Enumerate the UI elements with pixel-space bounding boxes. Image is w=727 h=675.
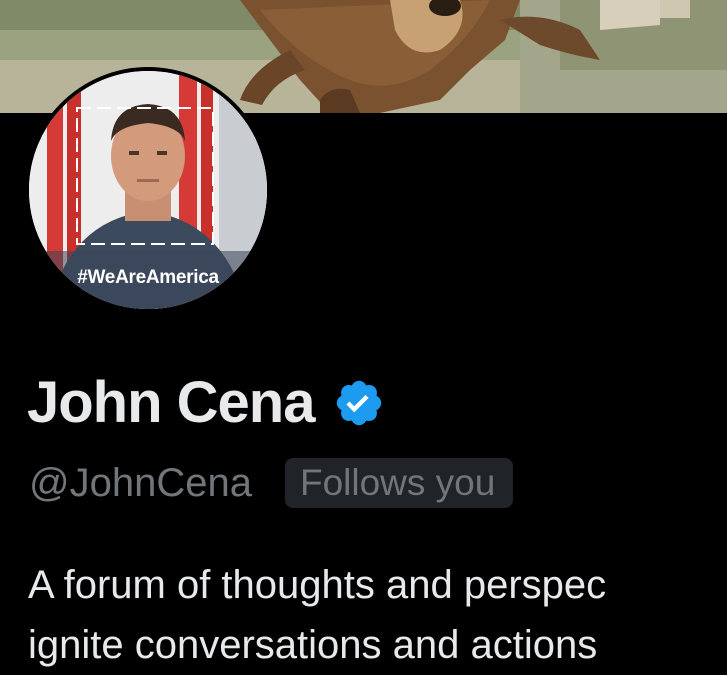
avatar-hashtag: #WeAreAmerica xyxy=(77,267,219,288)
display-name-row: John Cena xyxy=(27,368,385,438)
display-name: John Cena xyxy=(27,370,315,435)
profile-bio: A forum of thoughts and perspec ignite c… xyxy=(28,555,727,675)
bio-line: ignite conversations and actions xyxy=(28,623,598,667)
bio-line: A forum of thoughts and perspec xyxy=(28,563,607,607)
username-handle: @JohnCena xyxy=(29,461,252,505)
verified-badge-icon[interactable] xyxy=(333,377,385,429)
avatar-image: #WeAreAmerica xyxy=(29,71,267,309)
follows-you-badge: Follows you xyxy=(284,458,514,508)
avatar[interactable]: #WeAreAmerica xyxy=(25,67,271,313)
handle-row: @JohnCena Follows you xyxy=(29,458,514,508)
